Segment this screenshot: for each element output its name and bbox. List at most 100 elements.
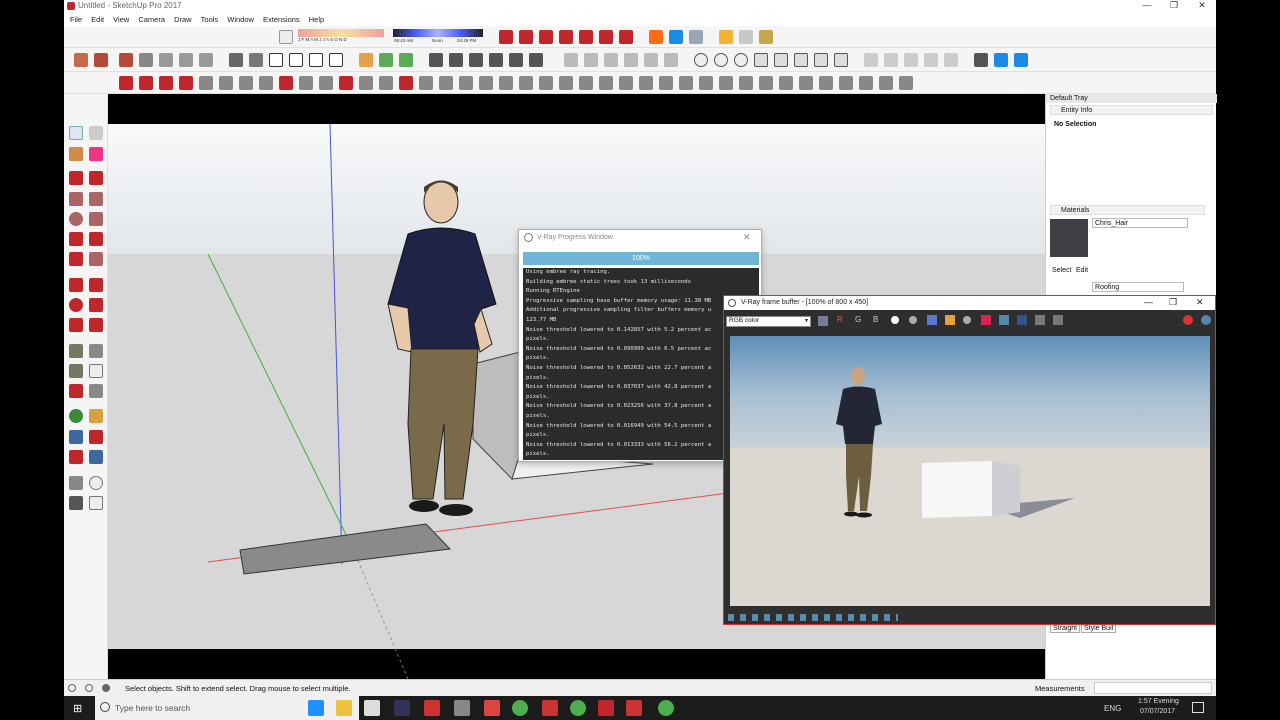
solid-union-icon[interactable] — [564, 53, 578, 67]
tool-3-g-icon[interactable] — [239, 76, 253, 90]
front-view-icon[interactable] — [179, 53, 193, 67]
track-mouse-icon[interactable] — [818, 316, 828, 326]
right-view-icon[interactable] — [199, 53, 213, 67]
shaded-icon[interactable] — [794, 53, 808, 67]
menu-extensions[interactable]: Extensions — [263, 15, 300, 24]
solid-split-icon[interactable] — [624, 53, 638, 67]
vray-render-icon[interactable] — [649, 30, 663, 44]
vfb-titlebar[interactable]: V-Ray frame buffer - [100% of 800 x 450]… — [724, 296, 1215, 310]
language-indicator[interactable]: ENG — [1104, 704, 1121, 713]
geo-location-icon[interactable] — [68, 684, 76, 692]
shaded-textures-icon[interactable] — [814, 53, 828, 67]
xray-icon[interactable] — [229, 53, 243, 67]
push-pull-tool-icon[interactable] — [89, 278, 103, 292]
chrome-2-icon[interactable] — [570, 700, 586, 716]
tool-3-b-icon[interactable] — [139, 76, 153, 90]
vfb-close[interactable]: ✕ — [1196, 297, 1204, 308]
vray-light-gen-icon[interactable] — [994, 53, 1008, 67]
three-point-arc-icon[interactable] — [69, 252, 83, 266]
tool-3-x-icon[interactable] — [579, 76, 593, 90]
tool-3-z-icon[interactable] — [619, 76, 633, 90]
tool-3-ab-icon[interactable] — [659, 76, 673, 90]
sandbox-icon[interactable] — [429, 53, 443, 67]
tool-3-s-icon[interactable] — [479, 76, 493, 90]
outer-shell-icon[interactable] — [644, 53, 658, 67]
mono-icon[interactable] — [909, 316, 917, 324]
tool-3-ad-icon[interactable] — [699, 76, 713, 90]
minimize-button[interactable]: — — [1137, 0, 1157, 10]
tool-3-m-icon[interactable] — [359, 76, 373, 90]
tool-3-f-icon[interactable] — [219, 76, 233, 90]
shadows-icon[interactable] — [279, 30, 293, 44]
dimension-icon[interactable] — [89, 344, 103, 358]
windows-start-icon[interactable]: ⊞ — [73, 702, 82, 715]
pie-icon[interactable] — [89, 252, 103, 266]
position-camera-tool-icon[interactable] — [69, 476, 83, 490]
credits-icon[interactable] — [85, 684, 93, 692]
green-channel-button[interactable]: G — [855, 315, 861, 324]
add-location-icon[interactable] — [379, 53, 393, 67]
time-slider[interactable] — [393, 29, 483, 37]
look-around-icon[interactable] — [884, 53, 898, 67]
start-render-icon[interactable] — [1201, 315, 1211, 325]
solid-trim-icon[interactable] — [604, 53, 618, 67]
stamp-icon[interactable] — [469, 53, 483, 67]
tool-3-ae-icon[interactable] — [719, 76, 733, 90]
material-name-field[interactable]: Chris_Hair — [1092, 218, 1188, 228]
zoom-tool-icon[interactable] — [69, 430, 83, 444]
close-button[interactable]: ✕ — [1192, 0, 1212, 11]
tool-3-j-icon[interactable] — [299, 76, 313, 90]
tool-3-aa-icon[interactable] — [639, 76, 653, 90]
lens-effects-icon[interactable] — [1035, 315, 1045, 325]
menu-tools[interactable]: Tools — [201, 15, 219, 24]
eraser-icon[interactable] — [94, 53, 108, 67]
freehand-icon[interactable] — [89, 171, 103, 185]
display-section-icon[interactable] — [559, 30, 573, 44]
load-image-icon[interactable] — [945, 315, 955, 325]
pan-tool-icon[interactable] — [89, 409, 103, 423]
drape-icon[interactable] — [489, 53, 503, 67]
chrome-icon[interactable] — [512, 700, 528, 716]
region-render-icon[interactable] — [981, 315, 991, 325]
polygon-icon[interactable] — [89, 212, 103, 226]
follow-me-icon[interactable] — [924, 53, 938, 67]
section-cut-icon[interactable] — [519, 30, 533, 44]
acrobat-icon[interactable] — [542, 700, 558, 716]
tool-3-af-icon[interactable] — [739, 76, 753, 90]
monochrome-icon[interactable] — [834, 53, 848, 67]
tool-3-u-icon[interactable] — [519, 76, 533, 90]
store-icon[interactable] — [364, 700, 380, 716]
rectangle-icon[interactable] — [69, 192, 83, 206]
tool-3-ak-icon[interactable] — [839, 76, 853, 90]
tape-measure-icon[interactable] — [69, 344, 83, 358]
tool-3-an-icon[interactable] — [899, 76, 913, 90]
rotated-rect-icon[interactable] — [89, 192, 103, 206]
back-edges-icon[interactable] — [249, 53, 263, 67]
orbit-icon[interactable] — [694, 53, 708, 67]
fog-icon[interactable] — [619, 30, 633, 44]
line-icon[interactable] — [69, 171, 83, 185]
components-icon[interactable] — [359, 53, 373, 67]
app-photos-icon[interactable] — [484, 700, 500, 716]
tab-select[interactable]: Select — [1052, 267, 1071, 274]
app-settings-icon[interactable] — [454, 700, 470, 716]
vray-interactive-icon[interactable] — [669, 30, 683, 44]
section-plane-icon[interactable] — [499, 30, 513, 44]
menu-view[interactable]: View — [113, 15, 129, 24]
tab-edit[interactable]: Edit — [1076, 267, 1088, 274]
orbit-tool-icon[interactable] — [69, 409, 83, 423]
tool-3-aj-icon[interactable] — [819, 76, 833, 90]
rotate-icon[interactable] — [69, 298, 83, 312]
iso-view-icon[interactable] — [139, 53, 153, 67]
vray-frame-buffer-icon[interactable] — [739, 30, 753, 44]
tool-3-ac-icon[interactable] — [679, 76, 693, 90]
menu-edit[interactable]: Edit — [91, 15, 104, 24]
tool-3-k-icon[interactable] — [319, 76, 333, 90]
vray-sphere-icon[interactable] — [1014, 53, 1028, 67]
vray-progress-close[interactable]: ✕ — [743, 232, 751, 243]
walk-tool-icon[interactable] — [69, 496, 83, 510]
tool-3-ah-icon[interactable] — [779, 76, 793, 90]
follow-me-tool-icon[interactable] — [89, 298, 103, 312]
vfb-bottom-tools[interactable] — [728, 614, 898, 621]
vray-cloud-icon[interactable] — [689, 30, 703, 44]
